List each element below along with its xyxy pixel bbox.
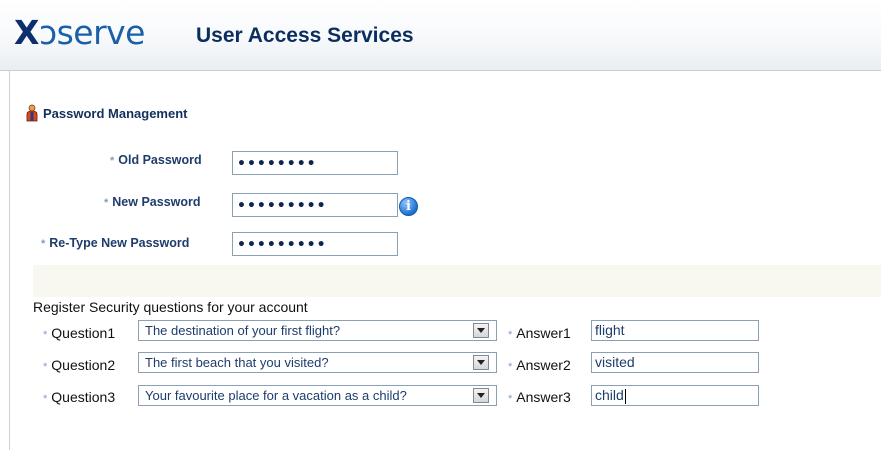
retype-password-field[interactable]: •••••••••	[232, 232, 398, 256]
question1-select[interactable]: The destination of your first flight?	[138, 320, 497, 341]
chevron-down-icon[interactable]	[473, 323, 489, 338]
divider-band	[33, 265, 881, 297]
answer3-field[interactable]: child	[591, 385, 759, 406]
text-cursor	[624, 388, 626, 404]
question2-select[interactable]: The first beach that you visited?	[138, 352, 497, 373]
chevron-down-icon[interactable]	[473, 355, 489, 370]
question1-label: * Question1	[43, 325, 116, 341]
answer2-field[interactable]: visited	[591, 352, 759, 373]
old-password-label: * Old Password	[110, 153, 202, 167]
answer1-field[interactable]: flight	[591, 320, 759, 341]
section-title: Password Management	[43, 105, 188, 121]
question3-label: * Question3	[43, 389, 116, 405]
new-password-field[interactable]: •••••••••	[232, 193, 398, 217]
app-header: Xↄserve User Access Services	[0, 0, 881, 71]
new-password-label: * New Password	[104, 195, 201, 209]
security-questions-title: Register Security questions for your acc…	[33, 299, 308, 315]
answer1-label: * Answer1	[508, 325, 571, 341]
question2-label: * Question2	[43, 357, 116, 373]
info-icon[interactable]: i	[399, 197, 418, 216]
answer3-label: * Answer3	[508, 389, 571, 405]
retype-password-label: * Re-Type New Password	[41, 236, 190, 250]
old-password-field[interactable]: ••••••••	[232, 151, 398, 175]
question3-select[interactable]: Your favourite place for a vacation as a…	[138, 385, 497, 406]
section-header: Password Management	[25, 103, 188, 123]
xoserve-logo: Xↄserve	[14, 13, 145, 52]
answer2-label: * Answer2	[508, 357, 571, 373]
chevron-down-icon[interactable]	[473, 388, 489, 403]
page-title: User Access Services	[196, 24, 414, 47]
person-icon	[26, 104, 38, 122]
